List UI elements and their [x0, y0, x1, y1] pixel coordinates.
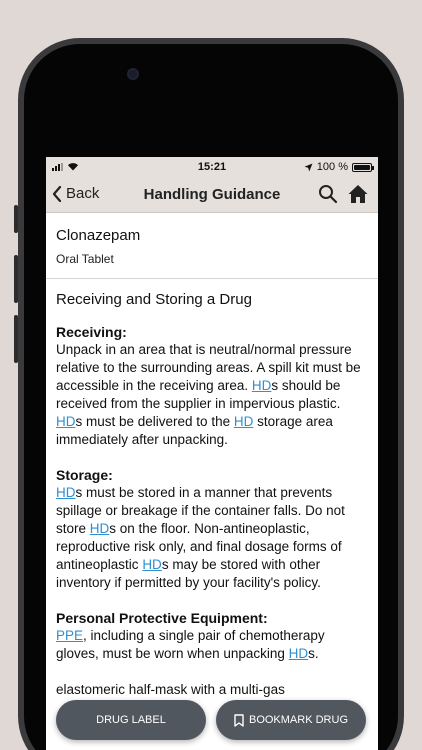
drug-name: Clonazepam	[56, 227, 141, 244]
hd-link[interactable]: HD	[90, 521, 110, 536]
drug-label-button[interactable]: DRUG LABEL	[56, 700, 206, 740]
hd-link[interactable]: HD	[289, 646, 309, 661]
bookmark-icon	[234, 713, 244, 727]
ppe-text: PPE, including a single pair of chemothe…	[56, 628, 325, 697]
battery-icon	[352, 162, 374, 172]
ppe-block: Personal Protective Equipment: PPE, incl…	[56, 610, 368, 699]
hd-link[interactable]: HD	[234, 414, 254, 429]
receiving-text: Unpack in an area that is neutral/normal…	[56, 342, 361, 447]
battery-percent: 100 %	[316, 161, 348, 173]
ppe-heading: Personal Protective Equipment:	[56, 610, 268, 626]
receiving-heading: Receiving:	[56, 324, 127, 340]
ppe-link[interactable]: PPE	[56, 628, 83, 643]
bookmark-drug-text: BOOKMARK DRUG	[248, 714, 348, 726]
nav-actions	[318, 184, 368, 204]
hd-link[interactable]: HD	[56, 485, 76, 500]
status-right: 100 %	[304, 161, 374, 173]
hd-link[interactable]: HD	[142, 557, 162, 572]
storage-block: Storage: HDs must be stored in a manner …	[56, 467, 368, 592]
nav-bar: Back Handling Guidance	[46, 177, 378, 213]
phone-volume-up	[14, 255, 18, 303]
drug-header: Clonazepam Oral Tablet	[46, 213, 378, 279]
guidance-content: Receiving and Storing a Drug Receiving: …	[46, 279, 378, 699]
drug-label-text: DRUG LABEL	[96, 714, 166, 726]
location-arrow-icon	[304, 163, 313, 171]
status-bar: 15:21 100 %	[46, 157, 378, 177]
phone-volume-down	[14, 315, 18, 363]
hd-link[interactable]: HD	[56, 414, 76, 429]
storage-text: HDs must be stored in a manner that prev…	[56, 485, 345, 590]
bookmark-drug-button[interactable]: BOOKMARK DRUG	[216, 700, 366, 740]
section-title: Receiving and Storing a Drug	[56, 291, 252, 308]
drug-form: Oral Tablet	[56, 252, 114, 266]
front-camera	[127, 68, 139, 80]
storage-heading: Storage:	[56, 467, 113, 483]
receiving-block: Receiving: Unpack in an area that is neu…	[56, 324, 368, 449]
hd-link[interactable]: HD	[252, 378, 272, 393]
phone-side-button	[14, 205, 18, 233]
home-icon[interactable]	[348, 184, 368, 204]
search-icon[interactable]	[318, 184, 338, 204]
app-screen: 15:21 100 % Back Handling Guidance Clona…	[46, 157, 378, 750]
